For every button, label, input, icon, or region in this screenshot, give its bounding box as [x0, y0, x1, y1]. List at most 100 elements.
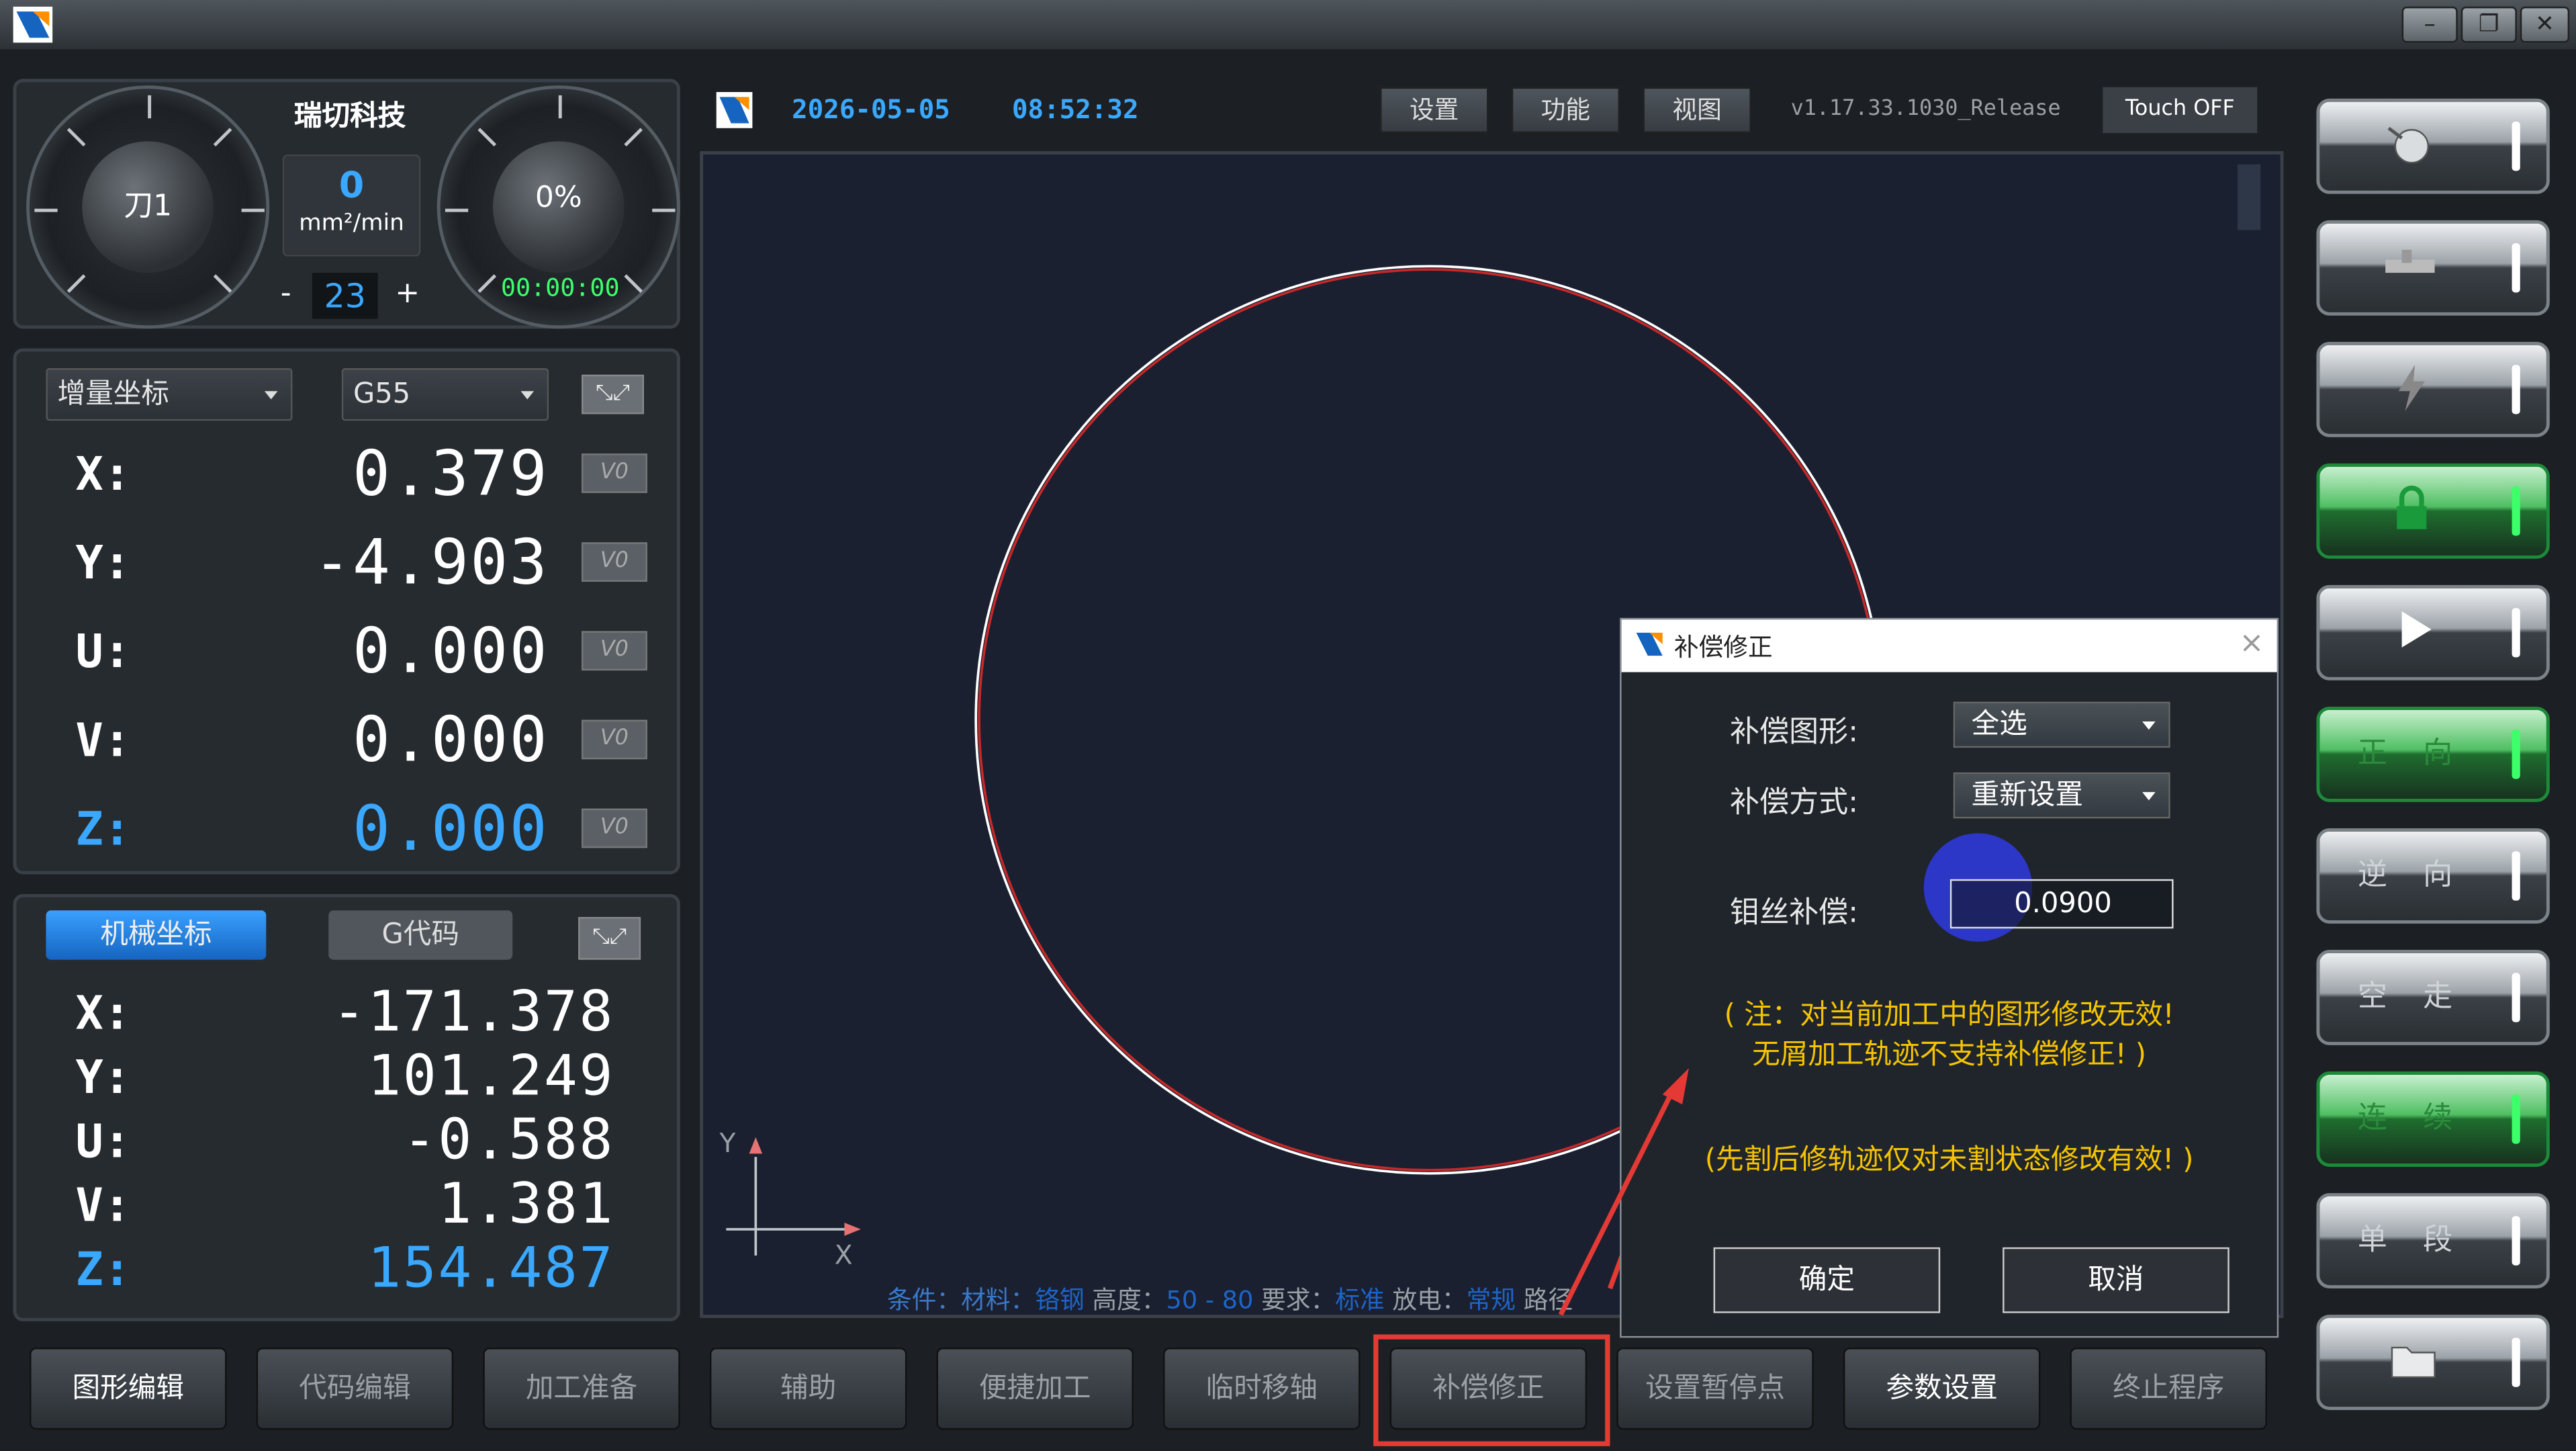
folder-icon	[2391, 1346, 2436, 1378]
dry-run-button[interactable]: 空 走	[2316, 950, 2550, 1045]
close-window-button[interactable]: ✕	[2520, 6, 2570, 43]
gauges-panel: 刀1 瑞切科技 0 mm²/min - 23 + 0% 00:00:00	[13, 79, 680, 329]
graphic-edit-button[interactable]: 图形编辑	[30, 1348, 227, 1430]
speed-display: 0 mm²/min	[282, 154, 421, 257]
aux-button[interactable]: 辅助	[709, 1348, 907, 1430]
prep-button[interactable]: 加工准备	[483, 1348, 680, 1430]
dialog-title: 补偿修正	[1673, 632, 1773, 662]
shape-select[interactable]: 全选	[1953, 701, 2170, 748]
menu-view[interactable]: 视图	[1643, 87, 1751, 134]
tool-knob[interactable]: 刀1	[82, 141, 214, 273]
zero-axis-button[interactable]: V0	[582, 542, 647, 582]
indicator-bar	[2512, 608, 2520, 658]
zero-axis-button[interactable]: V0	[582, 631, 647, 671]
app-logo-icon	[13, 6, 53, 43]
axis-value: 0.000	[353, 614, 549, 687]
tab-machine-coords[interactable]: 机械坐标	[46, 910, 267, 960]
status-text: 放电：	[1392, 1285, 1467, 1315]
method-label: 补偿方式:	[1730, 785, 1859, 820]
play-icon[interactable]	[2316, 584, 2550, 680]
tool-dial: 刀1	[26, 85, 270, 329]
folder-icon[interactable]	[2316, 1315, 2550, 1411]
machine-coordinates-panel: 机械坐标 G代码 ⤡⤢ X: -171.378 Y: 101.249 U: -0.5…	[13, 893, 680, 1321]
app-logo-icon	[1636, 632, 1663, 656]
wcs-select[interactable]: G55	[341, 367, 549, 421]
axis-label: U:	[75, 624, 132, 679]
status-text: 条件：材料：	[887, 1285, 1036, 1315]
ok-button[interactable]: 确定	[1713, 1247, 1941, 1313]
single-step-button[interactable]: 单 段	[2316, 1193, 2550, 1288]
forward-button[interactable]: 正 向	[2316, 706, 2550, 802]
indicator-bar	[2512, 730, 2520, 779]
touch-toggle[interactable]: Touch OFF	[2103, 87, 2258, 134]
menu-functions[interactable]: 功能	[1511, 87, 1620, 134]
x-axis-label: X	[834, 1239, 853, 1271]
speed-unit: mm²/min	[299, 210, 404, 237]
status-text: 50 - 80	[1166, 1285, 1254, 1315]
chevron-down-icon	[520, 391, 535, 400]
expand-icon[interactable]: ⤡⤢	[578, 917, 641, 960]
method-select[interactable]: 重新设置	[1953, 772, 2170, 819]
restore-button[interactable]: ❐	[2460, 6, 2517, 43]
side-button-label: 单 段	[2357, 1223, 2466, 1258]
code-edit-button[interactable]: 代码编辑	[256, 1348, 454, 1430]
status-text: 高度：	[1092, 1285, 1166, 1315]
indicator-bar	[2512, 1094, 2520, 1144]
side-button-label: 逆 向	[2357, 858, 2466, 893]
cancel-button[interactable]: 取消	[2003, 1247, 2229, 1313]
quick-machining-button[interactable]: 便捷加工	[936, 1348, 1134, 1430]
play-icon	[2401, 611, 2432, 648]
zero-axis-button[interactable]: V0	[582, 719, 647, 760]
lightning-icon	[2398, 365, 2425, 411]
wire-comp-label: 钼丝补偿:	[1730, 895, 1859, 930]
step-minus-button[interactable]: -	[269, 276, 302, 310]
percent-value: 0%	[535, 181, 582, 216]
menu-settings[interactable]: 设置	[1379, 87, 1489, 134]
reverse-button[interactable]: 逆 向	[2316, 828, 2550, 924]
annotation-arrow	[1558, 1068, 1689, 1316]
lock-icon[interactable]	[2316, 463, 2550, 559]
machine-axis-value: 1.381	[438, 1172, 614, 1238]
method-value: 重新设置	[1971, 779, 2084, 812]
zero-axis-button[interactable]: V0	[582, 808, 647, 848]
axis-label: Y:	[75, 535, 132, 590]
indicator-bar	[2512, 365, 2520, 414]
indicator-bar	[2512, 243, 2520, 293]
title-bar: – ❐ ✕	[0, 0, 2576, 50]
machine-axis-label: V:	[75, 1178, 132, 1233]
axis-value: 0.379	[353, 437, 549, 510]
status-text: 标准	[1335, 1285, 1385, 1315]
close-icon[interactable]: ×	[2239, 626, 2264, 660]
coord-mode-select[interactable]: 增量坐标	[46, 367, 293, 421]
coord-mode-label: 增量坐标	[57, 378, 169, 411]
percent-knob[interactable]: 0%	[492, 141, 625, 273]
power-icon[interactable]	[2316, 341, 2550, 437]
step-value[interactable]: 23	[312, 273, 378, 319]
machine-axis-value: -0.588	[402, 1107, 614, 1174]
temp-move-button[interactable]: 临时移轴	[1163, 1348, 1361, 1430]
dialog-titlebar: 补偿修正 ×	[1621, 619, 2277, 672]
machine-axis-label: Y:	[75, 1050, 132, 1104]
pump-icon[interactable]	[2316, 220, 2550, 316]
params-button[interactable]: 参数设置	[1843, 1348, 2041, 1430]
timer-value: 00:00:00	[500, 273, 620, 303]
continuous-button[interactable]: 连 续	[2316, 1071, 2550, 1167]
lock-icon	[2397, 485, 2427, 529]
light-icon[interactable]	[2316, 98, 2550, 194]
y-axis-label: Y	[719, 1127, 736, 1159]
status-text: 要求：	[1261, 1285, 1336, 1315]
axis-label: X:	[75, 447, 132, 502]
machine-axis-value: 101.249	[367, 1043, 614, 1110]
wire-comp-input[interactable]: 0.0900	[1949, 879, 2174, 929]
zero-axis-button[interactable]: V0	[582, 453, 647, 493]
minimize-button[interactable]: –	[2401, 6, 2458, 43]
expand-icon[interactable]: ⤡⤢	[582, 374, 644, 414]
shape-label: 补偿图形:	[1730, 715, 1859, 750]
tab-gcode[interactable]: G代码	[328, 910, 513, 960]
stop-program-button[interactable]: 终止程序	[2070, 1348, 2268, 1430]
indicator-bar	[2512, 1337, 2520, 1387]
indicator-bar	[2512, 1216, 2520, 1266]
step-plus-button[interactable]: +	[391, 276, 424, 310]
set-pause-button[interactable]: 设置暂停点	[1616, 1348, 1814, 1430]
chevron-down-icon	[264, 391, 278, 400]
